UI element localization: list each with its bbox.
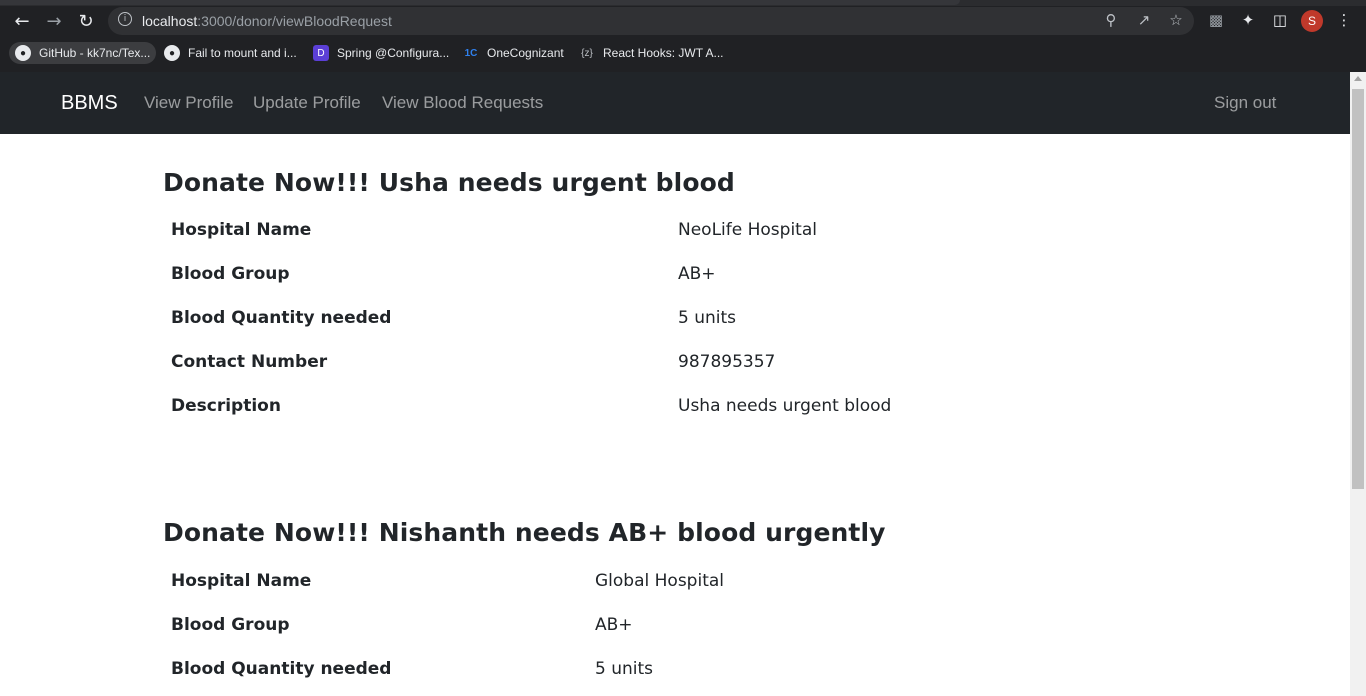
scroll-up-arrow-icon[interactable] <box>1354 76 1362 81</box>
active-tab[interactable] <box>0 0 960 5</box>
url-host: localhost <box>142 13 198 29</box>
github-icon: ● <box>164 45 180 61</box>
back-icon[interactable]: ← <box>11 10 33 32</box>
detail-key: Blood Quantity needed <box>171 308 392 328</box>
brand-logo[interactable]: BBMS <box>61 92 118 115</box>
zoom-icon[interactable]: ⚲ <box>1102 11 1120 29</box>
nav-update-profile[interactable]: Update Profile <box>253 93 361 113</box>
bookmark-item[interactable]: D Spring @Configura... <box>313 42 449 64</box>
share-icon[interactable]: ↗ <box>1135 11 1153 29</box>
url-path: :3000/donor/viewBloodRequest <box>197 13 392 29</box>
bookmark-item[interactable]: 1C OneCognizant <box>463 42 564 64</box>
detail-key: Hospital Name <box>171 220 312 240</box>
detail-key: Blood Quantity needed <box>171 659 392 679</box>
request-title: Donate Now!!! Usha needs urgent blood <box>163 168 735 197</box>
blood-request-card: Donate Now!!! Nishanth needs AB+ blood u… <box>163 518 886 679</box>
extensions-puzzle-icon[interactable]: ✦ <box>1239 11 1257 29</box>
extension-chart-icon[interactable]: ▩ <box>1207 11 1225 29</box>
bookmark-label: Spring @Configura... <box>337 46 450 60</box>
detail-key: Blood Group <box>171 264 290 284</box>
bookmark-item[interactable]: ● Fail to mount and i... <box>164 42 297 64</box>
github-icon: ● <box>15 45 31 61</box>
detail-value: 987895357 <box>678 352 776 372</box>
app-navbar: BBMS View Profile Update Profile View Bl… <box>0 72 1350 134</box>
side-panel-icon[interactable]: ◫ <box>1271 11 1289 29</box>
bookmark-label: Fail to mount and i... <box>188 46 297 60</box>
nav-view-profile[interactable]: View Profile <box>144 93 233 113</box>
url-text[interactable]: localhost:3000/donor/viewBloodRequest <box>142 13 392 29</box>
reload-icon[interactable]: ↻ <box>75 10 97 32</box>
cognizant-icon: 1C <box>464 47 478 59</box>
bookmark-label: OneCognizant <box>487 46 564 60</box>
bookmark-item[interactable]: ● GitHub - kk7nc/Tex... <box>9 42 157 64</box>
bookmarks-bar: ● GitHub - kk7nc/Tex... ● Fail to mount … <box>0 40 1366 66</box>
detail-key: Contact Number <box>171 352 328 372</box>
sign-out-link[interactable]: Sign out <box>1214 93 1276 113</box>
detail-value: AB+ <box>595 615 633 635</box>
detail-value: 5 units <box>595 659 654 679</box>
detail-value: AB+ <box>678 264 716 284</box>
detail-value: Usha needs urgent blood <box>678 396 892 416</box>
scrollbar-thumb[interactable] <box>1352 89 1364 489</box>
spring-site-icon: D <box>313 45 329 61</box>
nav-view-blood-requests[interactable]: View Blood Requests <box>382 93 543 113</box>
bookmark-label: GitHub - kk7nc/Tex... <box>39 46 151 60</box>
main-content: Donate Now!!! Usha needs urgent blood Ho… <box>0 134 1350 696</box>
bookmark-label: React Hooks: JWT A... <box>603 46 724 60</box>
profile-avatar[interactable]: S <box>1301 10 1323 32</box>
site-info-icon[interactable]: i <box>118 12 132 26</box>
detail-key: Blood Group <box>171 615 290 635</box>
bookmark-star-icon[interactable]: ☆ <box>1167 11 1185 29</box>
detail-value: 5 units <box>678 308 737 328</box>
blood-request-card: Donate Now!!! Usha needs urgent blood Ho… <box>163 168 891 416</box>
forward-icon[interactable]: → <box>43 10 65 32</box>
detail-key: Hospital Name <box>171 571 312 591</box>
request-title: Donate Now!!! Nishanth needs AB+ blood u… <box>163 518 886 547</box>
detail-value: NeoLife Hospital <box>678 220 817 240</box>
curly-braces-icon: {z} <box>581 47 593 59</box>
detail-key: Description <box>171 396 281 416</box>
bookmark-item[interactable]: {z} React Hooks: JWT A... <box>579 42 723 64</box>
menu-kebab-icon[interactable]: ⋮ <box>1335 11 1353 29</box>
detail-value: Global Hospital <box>595 571 724 591</box>
